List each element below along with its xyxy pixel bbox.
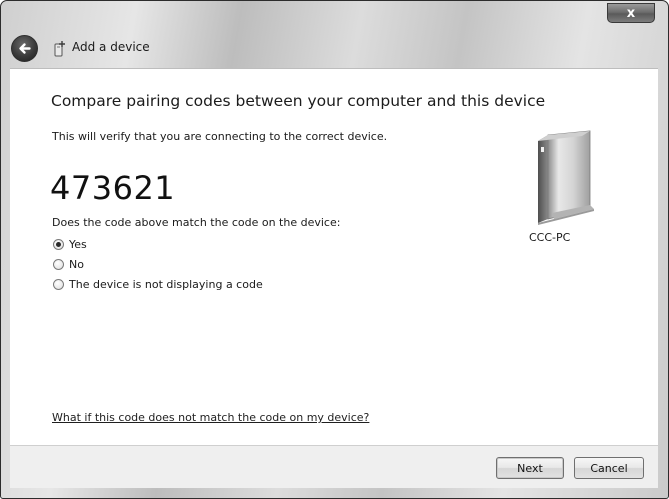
- match-question: Does the code above match the code on th…: [52, 216, 341, 229]
- page-heading: Compare pairing codes between your compu…: [51, 92, 546, 110]
- computer-tower-icon: [538, 130, 594, 225]
- option-no-label: No: [69, 257, 84, 271]
- close-icon: x: [626, 5, 636, 21]
- add-device-icon: [50, 39, 68, 57]
- radio-yes[interactable]: [53, 238, 64, 250]
- pairing-code: 473621: [50, 169, 176, 207]
- title-bar: x Add a device: [1, 1, 668, 67]
- add-device-window: x Add a device Compare pairing codes bet…: [0, 0, 669, 499]
- option-yes-label: Yes: [69, 237, 87, 251]
- window-bottom-border: [1, 487, 668, 498]
- close-button[interactable]: x: [607, 3, 655, 23]
- help-link[interactable]: What if this code does not match the cod…: [52, 411, 369, 424]
- button-bar: Next Cancel: [10, 445, 658, 488]
- back-arrow-icon: [19, 43, 31, 54]
- option-no[interactable]: No: [53, 257, 84, 271]
- option-no-code-label: The device is not displaying a code: [69, 277, 263, 291]
- page-description: This will verify that you are connecting…: [52, 130, 388, 143]
- window-title: Add a device: [72, 40, 150, 54]
- content-panel: Compare pairing codes between your compu…: [10, 68, 658, 445]
- device-name: CCC-PC: [529, 231, 571, 244]
- radio-no[interactable]: [53, 258, 64, 270]
- option-no-code[interactable]: The device is not displaying a code: [53, 277, 263, 291]
- next-button[interactable]: Next: [496, 457, 564, 479]
- option-yes[interactable]: Yes: [53, 237, 87, 251]
- back-button[interactable]: [11, 35, 38, 62]
- radio-no-code[interactable]: [53, 278, 64, 290]
- cancel-button[interactable]: Cancel: [574, 457, 644, 479]
